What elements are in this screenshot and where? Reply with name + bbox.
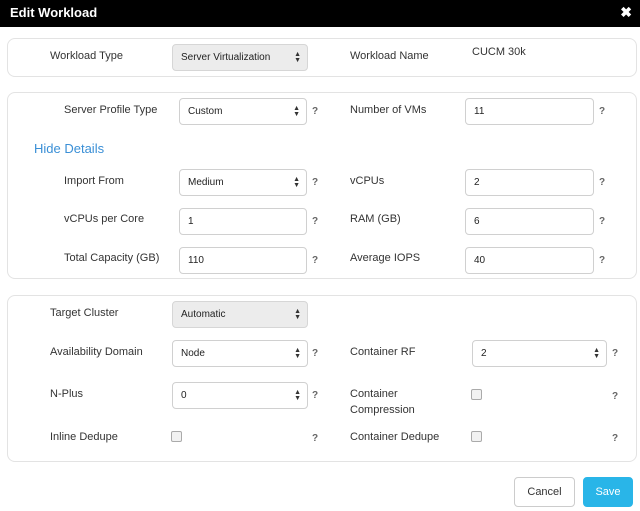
help-icon[interactable]: ? xyxy=(612,433,618,444)
dialog-title: Edit Workload xyxy=(10,5,98,20)
ram-input[interactable]: 6 xyxy=(465,208,594,235)
workload-type-label: Workload Type xyxy=(50,50,123,62)
help-icon[interactable]: ? xyxy=(312,177,318,188)
target-cluster-value: Automatic xyxy=(181,309,226,320)
help-icon[interactable]: ? xyxy=(612,348,618,359)
vcpus-per-core-label: vCPUs per Core xyxy=(64,213,145,225)
server-profile-type-select[interactable]: Custom ▲ ▼ xyxy=(179,98,307,125)
import-from-value: Medium xyxy=(188,177,224,188)
server-profile-type-value: Custom xyxy=(188,106,223,117)
container-dedupe-label: Container Dedupe xyxy=(350,431,440,443)
help-icon[interactable]: ? xyxy=(312,390,318,401)
import-from-select[interactable]: Medium ▲ ▼ xyxy=(179,169,307,196)
ram-label: RAM (GB) xyxy=(350,213,401,225)
cancel-button[interactable]: Cancel xyxy=(514,477,575,507)
inline-dedupe-label: Inline Dedupe xyxy=(50,431,118,443)
select-arrows-icon: ▲ ▼ xyxy=(294,389,301,402)
help-icon[interactable]: ? xyxy=(312,348,318,359)
workload-name-value: CUCM 30k xyxy=(472,46,526,58)
total-capacity-label: Total Capacity (GB) xyxy=(64,252,160,264)
dialog-titlebar: Edit Workload ✖ xyxy=(0,0,640,27)
vcpus-input[interactable]: 2 xyxy=(465,169,594,196)
vcpus-label: vCPUs xyxy=(350,175,385,187)
container-rf-label: Container RF xyxy=(350,346,416,358)
target-cluster-select[interactable]: Automatic ▲ ▼ xyxy=(172,301,308,328)
workload-name-label: Workload Name xyxy=(350,50,429,62)
save-button[interactable]: Save xyxy=(583,477,633,507)
target-cluster-label: Target Cluster xyxy=(50,307,119,319)
help-icon[interactable]: ? xyxy=(599,255,605,266)
select-arrows-icon: ▲ ▼ xyxy=(293,176,300,189)
help-icon[interactable]: ? xyxy=(599,177,605,188)
select-arrows-icon: ▲ ▼ xyxy=(293,105,300,118)
avg-iops-label: Average IOPS xyxy=(350,252,421,264)
num-vms-label: Number of VMs xyxy=(350,104,427,116)
help-icon[interactable]: ? xyxy=(312,433,318,444)
close-icon[interactable]: ✖ xyxy=(620,4,632,21)
availability-domain-value: Node xyxy=(181,348,205,359)
avg-iops-input[interactable]: 40 xyxy=(465,247,594,274)
select-arrows-icon: ▲ ▼ xyxy=(294,308,301,321)
container-rf-select[interactable]: 2 ▲ ▼ xyxy=(472,340,607,367)
help-icon[interactable]: ? xyxy=(312,216,318,227)
n-plus-value: 0 xyxy=(181,390,187,401)
availability-domain-label: Availability Domain xyxy=(50,346,143,358)
help-icon[interactable]: ? xyxy=(599,106,605,117)
vcpus-per-core-input[interactable]: 1 xyxy=(179,208,307,235)
container-rf-value: 2 xyxy=(481,348,487,359)
container-compression-label-line2: Compression xyxy=(350,404,415,416)
help-icon[interactable]: ? xyxy=(612,391,618,402)
container-dedupe-checkbox[interactable] xyxy=(471,431,482,442)
help-icon[interactable]: ? xyxy=(312,255,318,266)
n-plus-label: N-Plus xyxy=(50,388,84,400)
container-compression-checkbox[interactable] xyxy=(471,389,482,400)
n-plus-select[interactable]: 0 ▲ ▼ xyxy=(172,382,308,409)
import-from-label: Import From xyxy=(64,175,124,187)
help-icon[interactable]: ? xyxy=(312,106,318,117)
select-arrows-icon: ▲ ▼ xyxy=(593,347,600,360)
num-vms-input[interactable]: 11 xyxy=(465,98,594,125)
inline-dedupe-checkbox[interactable] xyxy=(171,431,182,442)
select-arrows-icon: ▲ ▼ xyxy=(294,51,301,64)
server-profile-type-label: Server Profile Type xyxy=(64,104,158,116)
workload-type-value: Server Virtualization xyxy=(181,52,271,63)
workload-type-select[interactable]: Server Virtualization ▲ ▼ xyxy=(172,44,308,71)
container-compression-label-line1: Container xyxy=(350,388,398,400)
help-icon[interactable]: ? xyxy=(599,216,605,227)
availability-domain-select[interactable]: Node ▲ ▼ xyxy=(172,340,308,367)
total-capacity-input[interactable]: 110 xyxy=(179,247,307,274)
hide-details-link[interactable]: Hide Details xyxy=(34,141,104,156)
select-arrows-icon: ▲ ▼ xyxy=(294,347,301,360)
